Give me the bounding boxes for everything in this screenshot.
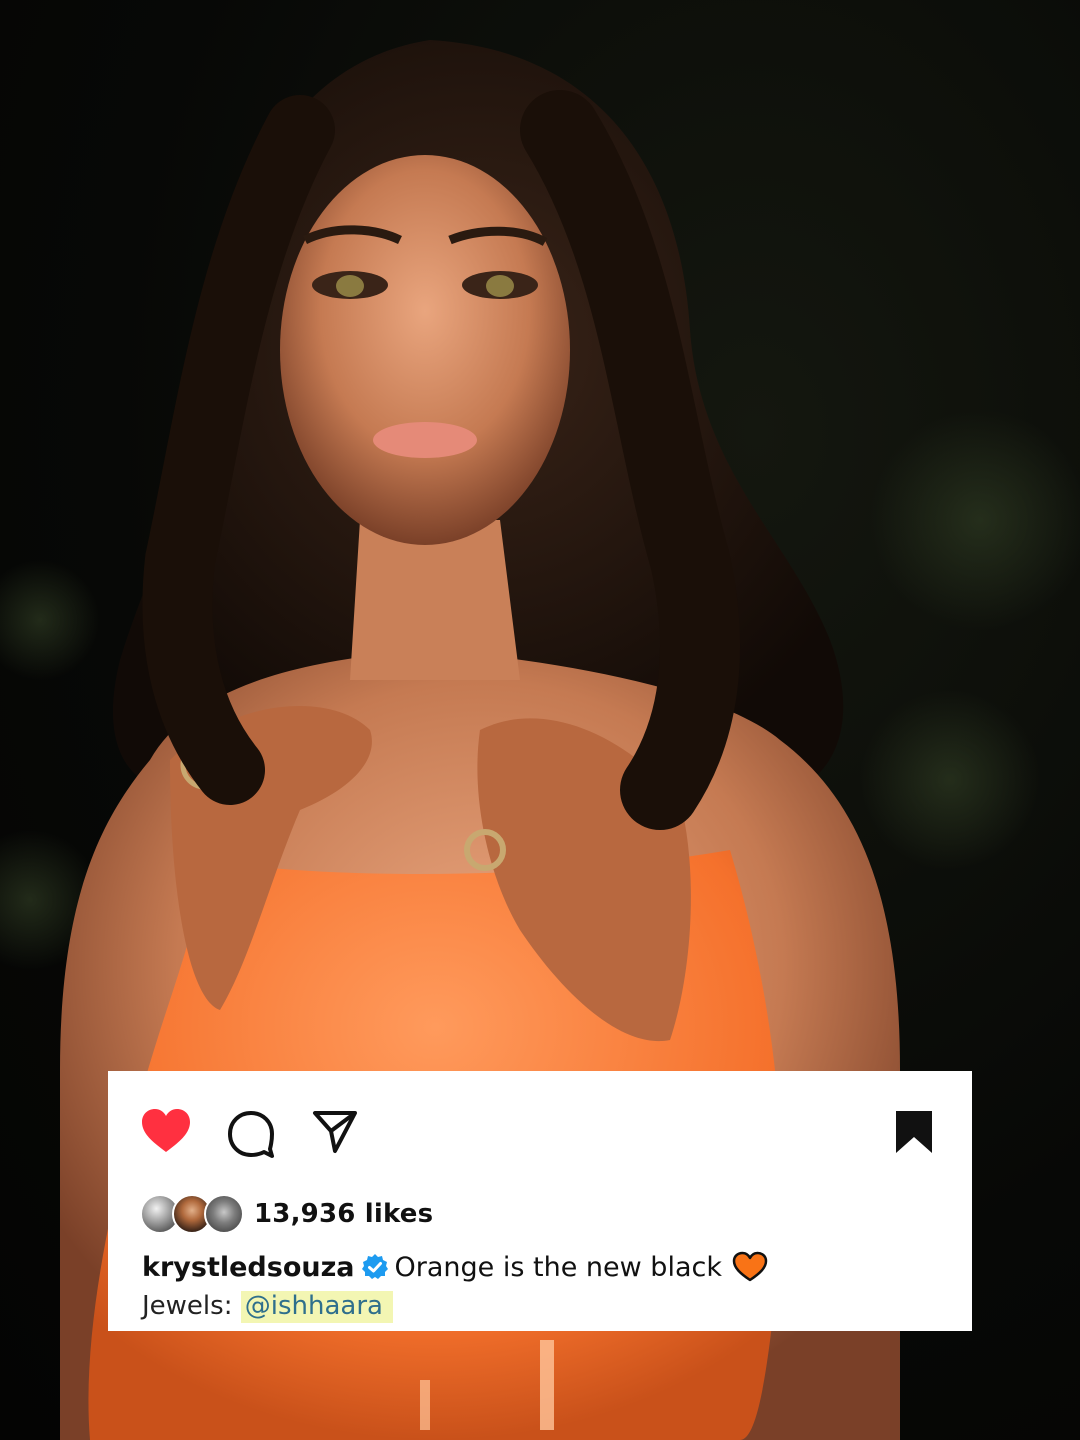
share-button[interactable] bbox=[312, 1109, 358, 1155]
heart-filled-icon bbox=[142, 1109, 190, 1152]
save-button[interactable] bbox=[892, 1109, 936, 1155]
likes-row[interactable]: 13,936 likes bbox=[140, 1189, 433, 1239]
username-link[interactable]: krystledsouza bbox=[142, 1252, 355, 1283]
jewels-label: Jewels: bbox=[142, 1291, 233, 1321]
like-button[interactable] bbox=[140, 1107, 192, 1155]
caption-text: Orange is the new black bbox=[394, 1251, 722, 1283]
caption: krystledsouza Orange is the new black bbox=[142, 1251, 768, 1283]
orange-heart-icon bbox=[732, 1251, 768, 1283]
bookmark-filled-icon bbox=[896, 1111, 932, 1153]
paper-plane-icon bbox=[313, 1111, 357, 1153]
post-info-card: 13,936 likes krystledsouza Orange is the… bbox=[108, 1071, 972, 1331]
liker-avatars bbox=[140, 1192, 248, 1236]
post-action-bar bbox=[108, 1071, 972, 1201]
likes-count[interactable]: 13,936 likes bbox=[254, 1199, 433, 1229]
caption-jewels-line: Jewels: @ishhaara bbox=[142, 1291, 393, 1323]
avatar bbox=[204, 1194, 244, 1234]
speech-bubble-icon bbox=[228, 1111, 274, 1158]
mention-link[interactable]: @ishhaara bbox=[240, 1291, 393, 1323]
verified-badge-icon bbox=[361, 1253, 389, 1281]
comment-button[interactable] bbox=[226, 1109, 276, 1159]
